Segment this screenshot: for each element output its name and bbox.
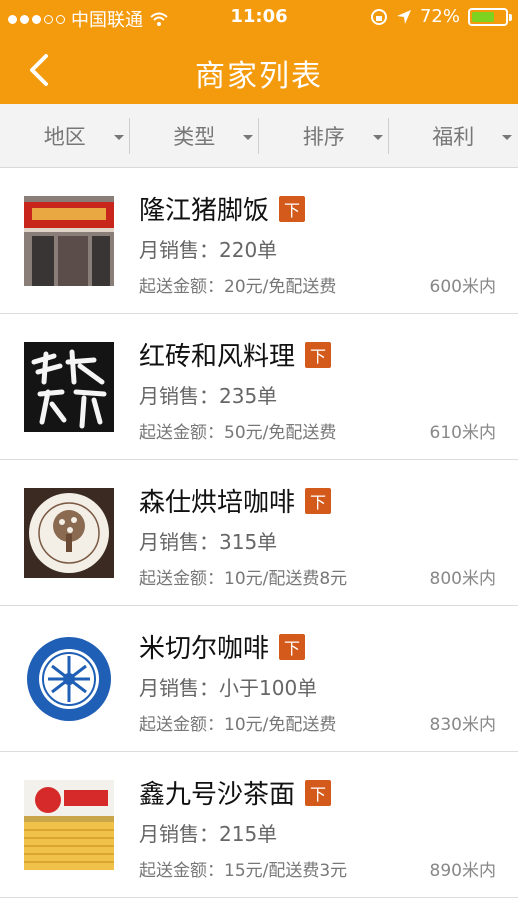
distance: 830米内 (429, 715, 496, 735)
merchant-item[interactable]: 米切尔咖啡 下 月销售：小于100单 起送金额：10元/免配送费 830米内 (0, 606, 518, 752)
merchant-logo (24, 780, 114, 870)
battery-icon (468, 7, 512, 26)
filter-bar: 地区 类型 排序 福利 (0, 104, 518, 168)
merchant-logo (24, 196, 114, 286)
merchant-item[interactable]: 鑫九号沙茶面 下 月销售：215单 起送金额：15元/配送费3元 890米内 (0, 752, 518, 898)
merchant-item[interactable]: 红砖和风料理 下 月销售：235单 起送金额：50元/免配送费 610米内 (0, 314, 518, 460)
minimum-order: 起送金额：10元/免配送费 (139, 715, 337, 735)
filter-benefits[interactable]: 福利 (389, 104, 518, 168)
battery-percent: 72% (419, 6, 460, 27)
merchant-name: 米切尔咖啡 (139, 634, 270, 664)
monthly-sales: 月销售：315单 (139, 530, 278, 554)
navigation-bar: 商家列表 (0, 36, 518, 104)
location-icon (396, 9, 411, 24)
distance: 610米内 (429, 423, 496, 443)
dropdown-caret-icon (243, 135, 253, 140)
order-badge: 下 (305, 341, 332, 368)
merchant-logo (24, 342, 114, 432)
monthly-sales: 月销售：220单 (139, 238, 278, 262)
dropdown-caret-icon (502, 135, 512, 140)
merchant-name: 森仕烘培咖啡 (139, 488, 296, 518)
merchant-logo (24, 634, 114, 724)
monthly-sales: 月销售：小于100单 (139, 676, 318, 700)
minimum-order: 起送金额：10元/配送费8元 (139, 569, 348, 589)
merchant-logo (24, 488, 114, 578)
merchant-item[interactable]: 隆江猪脚饭 下 月销售：220单 起送金额：20元/免配送费 600米内 (0, 168, 518, 314)
monthly-sales: 月销售：235单 (139, 384, 278, 408)
monthly-sales: 月销售：215单 (139, 822, 278, 846)
filter-type[interactable]: 类型 (130, 104, 259, 168)
filter-sort[interactable]: 排序 (259, 104, 389, 168)
minimum-order: 起送金额：50元/免配送费 (139, 423, 337, 443)
minimum-order: 起送金额：20元/免配送费 (139, 277, 337, 297)
page-title: 商家列表 (195, 59, 323, 94)
merchant-item[interactable]: 森仕烘培咖啡 下 月销售：315单 起送金额：10元/配送费8元 800米内 (0, 460, 518, 606)
dropdown-caret-icon (372, 135, 383, 140)
merchant-name: 隆江猪脚饭 (139, 196, 270, 226)
filter-region[interactable]: 地区 (0, 104, 130, 168)
status-bar: 中国联通 11:06 72% (0, 0, 518, 36)
merchant-list: 隆江猪脚饭 下 月销售：220单 起送金额：20元/免配送费 600米内 红砖和… (0, 168, 518, 898)
distance: 600米内 (429, 277, 496, 297)
order-badge: 下 (305, 779, 332, 806)
header: 中国联通 11:06 72% 商家列表 (0, 0, 518, 104)
merchant-name: 红砖和风料理 (139, 342, 296, 372)
minimum-order: 起送金额：15元/配送费3元 (139, 861, 348, 881)
distance: 800米内 (429, 569, 496, 589)
merchant-name: 鑫九号沙茶面 (139, 780, 296, 810)
order-badge: 下 (305, 487, 332, 514)
distance: 890米内 (429, 861, 496, 881)
dropdown-caret-icon (113, 135, 124, 140)
order-badge: 下 (279, 195, 306, 222)
order-badge: 下 (279, 633, 306, 660)
rotation-lock-icon (370, 8, 387, 25)
